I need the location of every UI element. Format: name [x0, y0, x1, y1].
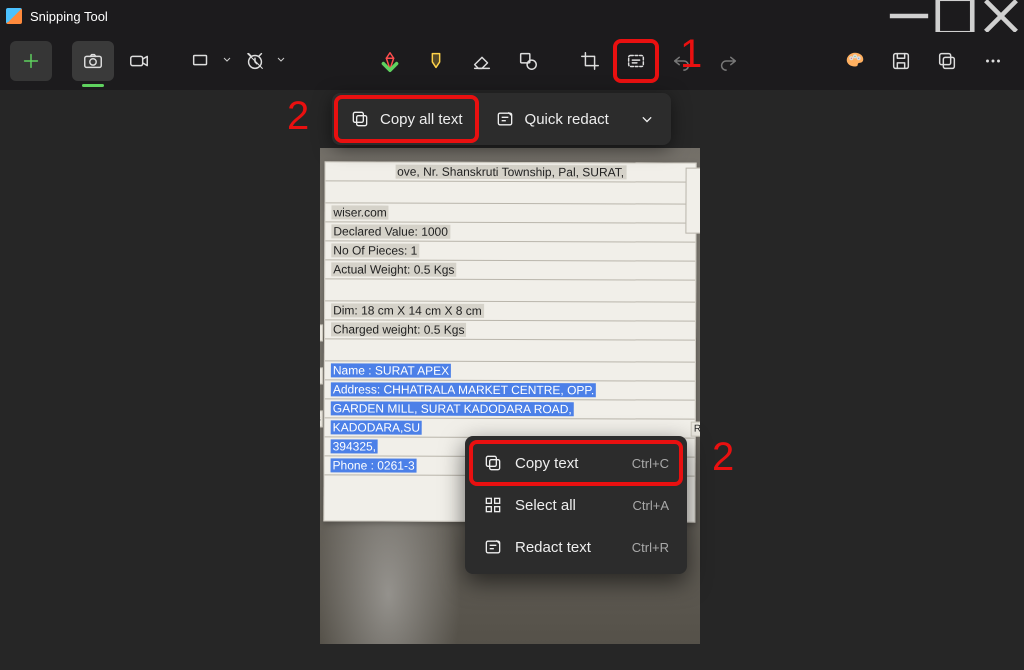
pen-button[interactable]	[369, 41, 411, 81]
label-text: ove, Nr. Shanskruti Township, Pal, SURAT…	[395, 165, 626, 180]
copy-all-text-label: Copy all text	[380, 111, 463, 128]
new-snip-button[interactable]	[10, 41, 52, 81]
snip-shape-button[interactable]	[180, 41, 222, 81]
annotation-2-top: 2	[287, 94, 309, 139]
video-mode-button[interactable]	[118, 41, 160, 81]
minimize-button[interactable]	[886, 0, 932, 32]
label-fragment: ot	[320, 324, 323, 341]
select-all-icon	[483, 495, 503, 515]
camera-mode-button[interactable]	[72, 41, 114, 81]
highlighter-button[interactable]	[415, 41, 457, 81]
crop-button[interactable]	[569, 41, 611, 81]
paint-edit-button[interactable]	[834, 41, 876, 81]
toolbar	[0, 32, 1024, 90]
context-item-label: Redact text	[515, 539, 591, 556]
context-item-label: Select all	[515, 497, 576, 514]
shortcut-label: Ctrl+C	[632, 456, 669, 471]
label-text-selected: Phone : 0261-3	[331, 458, 417, 472]
eraser-button[interactable]	[461, 41, 503, 81]
context-menu: Copy text Ctrl+C Select all Ctrl+A Redac…	[465, 436, 687, 574]
annotation-2-side: 2	[712, 435, 734, 480]
shapes-button[interactable]	[507, 41, 549, 81]
copy-all-text-button[interactable]: Copy all text	[336, 97, 477, 141]
label-text-selected: 394325,	[331, 439, 378, 453]
close-button[interactable]	[978, 0, 1024, 32]
redact-icon	[483, 537, 503, 557]
canvas-area: ot ms ons ove, Nr. Shanskruti Township, …	[0, 90, 1024, 670]
maximize-button[interactable]	[932, 0, 978, 32]
shortcut-label: Ctrl+A	[633, 498, 669, 513]
label-text-selected: KADODARA,SU	[331, 420, 422, 434]
label-fragment: Rec	[691, 422, 695, 437]
chevron-down-icon[interactable]	[222, 52, 230, 70]
label-text: wiser.com	[331, 205, 388, 219]
redo-button[interactable]	[707, 41, 749, 81]
label-text: Charged weight: 0.5 Kgs	[331, 322, 466, 336]
quick-redact-label: Quick redact	[525, 111, 609, 128]
label-text: Dim: 18 cm X 14 cm X 8 cm	[331, 303, 484, 318]
label-text-selected: Address: CHHATRALA MARKET CENTRE, OPP.	[331, 382, 596, 397]
titlebar: Snipping Tool	[0, 0, 1024, 32]
context-item-label: Copy text	[515, 455, 578, 472]
context-redact-text[interactable]: Redact text Ctrl+R	[471, 526, 681, 568]
context-copy-text[interactable]: Copy text Ctrl+C	[471, 442, 681, 484]
snipping-tool-window: Snipping Tool	[0, 0, 1024, 670]
label-fragment: ons	[320, 410, 323, 427]
quick-redact-button[interactable]: Quick redact	[481, 97, 623, 141]
more-button[interactable]	[972, 41, 1014, 81]
text-action-bar: Copy all text Quick redact	[332, 93, 671, 145]
quick-redact-dropdown[interactable]	[627, 97, 667, 141]
label-text: Actual Weight: 0.5 Kgs	[331, 262, 456, 276]
label-fragment: ms	[320, 367, 323, 384]
annotation-1: 1	[680, 32, 702, 77]
label-text: No Of Pieces: 1	[331, 243, 419, 257]
copy-button[interactable]	[926, 41, 968, 81]
delay-button[interactable]	[234, 41, 276, 81]
save-button[interactable]	[880, 41, 922, 81]
app-icon	[6, 8, 22, 24]
label-text-selected: GARDEN MILL, SURAT KADODARA ROAD,	[331, 401, 574, 416]
chevron-down-icon[interactable]	[276, 52, 284, 70]
window-title: Snipping Tool	[30, 9, 108, 24]
label-text: Declared Value: 1000	[331, 224, 450, 238]
context-select-all[interactable]: Select all Ctrl+A	[471, 484, 681, 526]
text-actions-button[interactable]	[615, 41, 657, 81]
copy-icon	[483, 453, 503, 473]
label-text-selected: Name : SURAT APEX	[331, 363, 451, 377]
shortcut-label: Ctrl+R	[632, 540, 669, 555]
